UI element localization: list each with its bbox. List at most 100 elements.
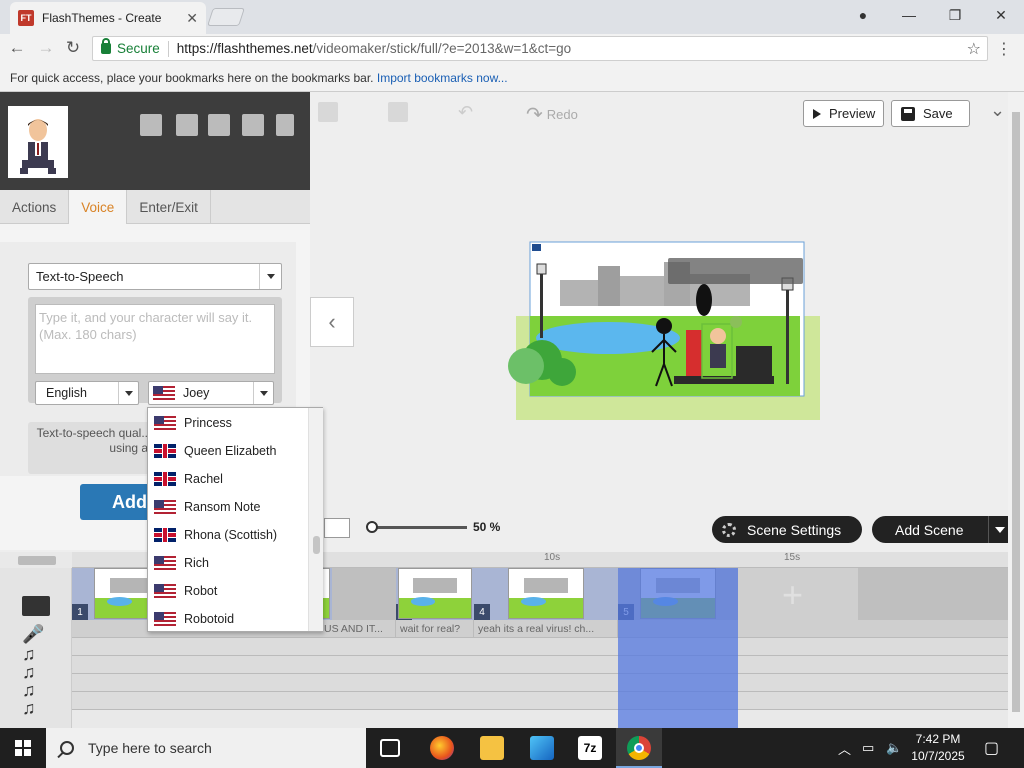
- dropdown-scroll-thumb[interactable]: [313, 536, 320, 554]
- voice-clip[interactable]: US AND IT...: [320, 620, 396, 638]
- copy-icon[interactable]: [318, 102, 338, 122]
- search-icon: [60, 741, 74, 755]
- chrome-icon: [627, 736, 651, 760]
- profile-icon[interactable]: ●: [840, 0, 886, 30]
- forward-icon[interactable]: →: [35, 37, 57, 59]
- expand-chevron-icon[interactable]: ⌄: [990, 100, 1005, 121]
- timeline-scroll-handle[interactable]: [18, 556, 56, 565]
- preview-button[interactable]: Preview: [803, 100, 884, 127]
- taskbar-search[interactable]: Type here to search: [46, 728, 366, 768]
- businessman-character-icon: [20, 119, 56, 174]
- scene-settings-button[interactable]: Scene Settings: [712, 516, 862, 543]
- voice-clip[interactable]: yeah its a real virus! ch...: [474, 620, 618, 638]
- sound-track: [72, 638, 1008, 656]
- voice-option-queen-elizabeth[interactable]: Queen Elizabeth: [148, 437, 308, 465]
- us-flag-icon: [154, 584, 176, 598]
- firefox-icon[interactable]: [430, 736, 454, 760]
- bookmarks-bar: For quick access, place your bookmarks h…: [0, 62, 1024, 92]
- save-button[interactable]: Save: [891, 100, 970, 127]
- us-flag-icon: [153, 386, 175, 400]
- tab-close-icon[interactable]: ✕: [186, 10, 198, 27]
- bookmark-star-icon[interactable]: ☆: [967, 39, 981, 59]
- panel-tabs: Actions Voice Enter/Exit: [0, 190, 310, 224]
- flashthemes-favicon-icon: FT: [18, 10, 34, 26]
- volume-muted-icon[interactable]: 🔈: [886, 728, 902, 768]
- stage-object-toolbar[interactable]: [668, 258, 803, 284]
- collapse-panel-button[interactable]: ‹: [310, 297, 354, 347]
- page-scroll-thumb[interactable]: [1012, 112, 1020, 712]
- 7zip-icon[interactable]: 7z: [578, 736, 602, 760]
- browser-tab[interactable]: FT FlashThemes - Create ✕: [10, 2, 206, 34]
- task-view-icon[interactable]: [380, 739, 400, 757]
- reload-icon[interactable]: ↻: [62, 37, 84, 59]
- selected-scene-column: [618, 568, 738, 728]
- back-icon[interactable]: ←: [6, 37, 28, 59]
- lock-icon: [101, 38, 111, 54]
- redo-icon: ↷: [526, 104, 543, 126]
- tab-enter-exit[interactable]: Enter/Exit: [127, 190, 211, 224]
- bring-front-icon[interactable]: [242, 114, 264, 136]
- tab-actions[interactable]: Actions: [0, 190, 70, 224]
- flip-icon[interactable]: [176, 114, 198, 136]
- notification-icon[interactable]: ▢: [984, 728, 999, 768]
- voice-option-robotoid[interactable]: Robotoid: [148, 605, 308, 633]
- send-back-icon[interactable]: [208, 114, 230, 136]
- browser-titlebar: FT FlashThemes - Create ✕ ● — ❐ ✕: [0, 0, 1024, 34]
- file-explorer-icon[interactable]: [480, 736, 504, 760]
- window-close-icon[interactable]: ✕: [978, 0, 1024, 30]
- voice-option-princess[interactable]: Princess: [148, 409, 308, 437]
- language-select[interactable]: English: [35, 381, 139, 405]
- tab-title: FlashThemes - Create: [42, 11, 162, 25]
- address-bar[interactable]: Secure https://flashthemes.net/videomake…: [92, 36, 988, 61]
- save-disk-icon: [901, 106, 915, 121]
- browser-menu-icon[interactable]: ⋮: [996, 39, 1012, 59]
- zoom-value: 50 %: [473, 520, 501, 534]
- start-button[interactable]: [0, 728, 46, 768]
- scene-block-4[interactable]: 4: [474, 568, 618, 620]
- redo-label: Redo: [546, 107, 578, 122]
- scene-block-3[interactable]: 3: [396, 568, 474, 620]
- scene-settings-label: Scene Settings: [747, 521, 842, 538]
- app-icon[interactable]: [530, 736, 554, 760]
- zoom-slider-knob[interactable]: [366, 521, 378, 533]
- scene-thumbnail: [508, 568, 584, 619]
- windows-logo-icon: [15, 740, 31, 756]
- minimize-icon[interactable]: —: [886, 0, 932, 30]
- voice-option-rhona[interactable]: Rhona (Scottish): [148, 521, 308, 549]
- add-scene-placeholder[interactable]: +: [738, 568, 858, 620]
- voice-option-ransom-note[interactable]: Ransom Note: [148, 493, 308, 521]
- trash-icon[interactable]: [276, 114, 294, 136]
- sound-track: [72, 656, 1008, 674]
- page-scrollbar[interactable]: [1008, 92, 1024, 728]
- chrome-taskbar-button[interactable]: [616, 728, 662, 768]
- zoom-slider-track[interactable]: [370, 526, 467, 529]
- play-icon: [813, 108, 821, 119]
- language-value: English: [46, 386, 87, 400]
- redo-button[interactable]: ↷ Redo: [526, 102, 578, 127]
- undo-icon[interactable]: ↶: [458, 102, 478, 122]
- import-bookmarks-link[interactable]: Import bookmarks now...: [377, 71, 508, 85]
- taskbar-clock[interactable]: 7:42 PM 10/7/2025: [906, 731, 970, 765]
- voice-option-robot[interactable]: Robot: [148, 577, 308, 605]
- ruler-label-15s: 15s: [784, 552, 801, 563]
- mini-scene-thumbnail[interactable]: [324, 518, 350, 538]
- top-toolbar: ↶ ↷ Redo Preview Save: [310, 92, 1010, 132]
- voice-option-rich[interactable]: Rich: [148, 549, 308, 577]
- paste-icon[interactable]: [388, 102, 408, 122]
- tab-voice[interactable]: Voice: [69, 190, 128, 224]
- save-label: Save: [923, 106, 953, 121]
- tts-text-input[interactable]: Type it, and your character will say it.…: [35, 304, 275, 374]
- restore-icon[interactable]: ❐: [932, 0, 978, 30]
- voice-select[interactable]: Joey: [148, 381, 274, 405]
- add-scene-dropdown-icon[interactable]: [988, 516, 1010, 543]
- us-flag-icon: [154, 500, 176, 514]
- voice-mode-value: Text-to-Speech: [36, 269, 124, 284]
- network-icon[interactable]: ▭: [862, 728, 874, 768]
- tray-overflow-icon[interactable]: ︿: [838, 728, 851, 768]
- voice-clip[interactable]: wait for real?: [396, 620, 474, 638]
- dropdown-scrollbar[interactable]: [308, 408, 323, 631]
- voice-option-rachel[interactable]: Rachel: [148, 465, 308, 493]
- swap-icon[interactable]: [140, 114, 162, 136]
- new-tab-button[interactable]: [207, 8, 245, 26]
- voice-mode-select[interactable]: Text-to-Speech: [28, 263, 282, 290]
